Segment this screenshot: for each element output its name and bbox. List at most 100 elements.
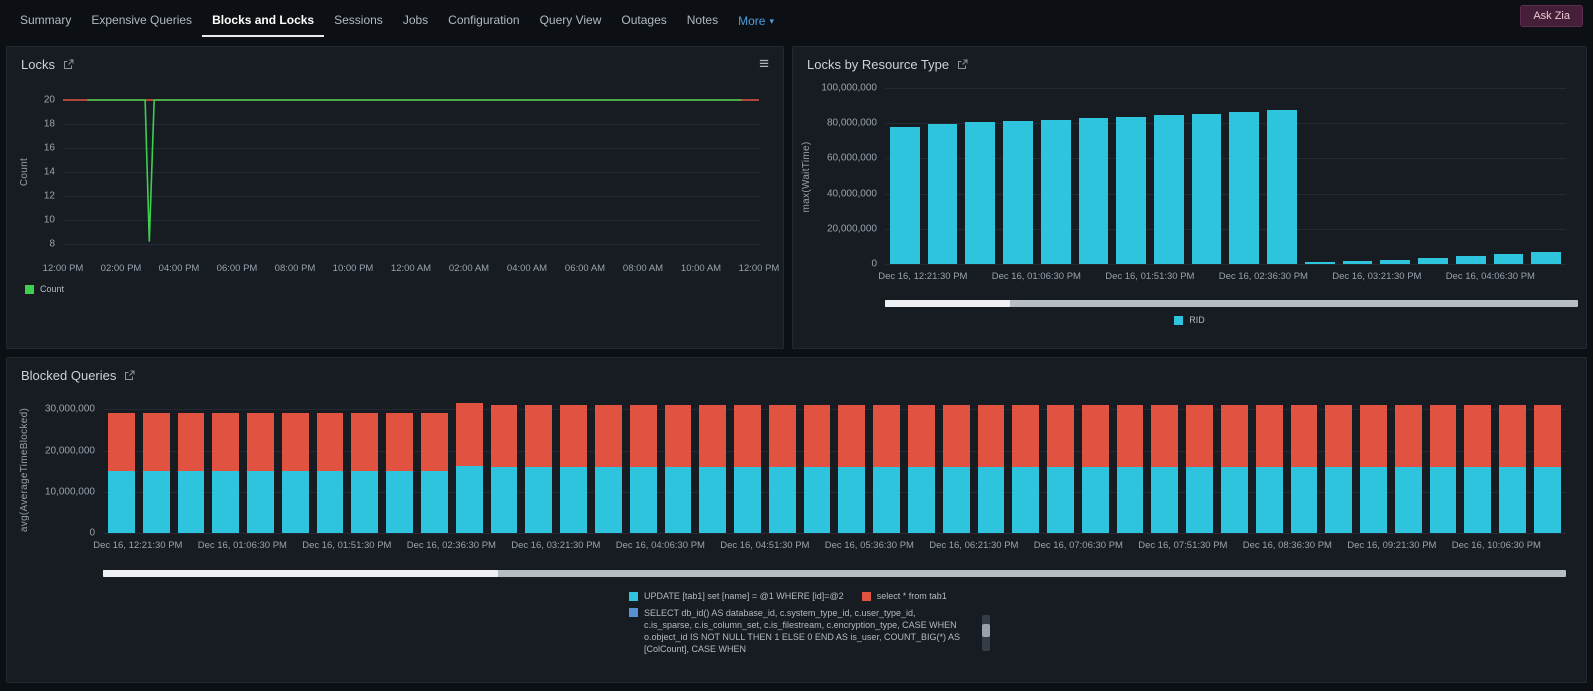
x-tick-label: Dec 16, 12:21:30 PM <box>878 271 967 282</box>
x-tick-label: 02:00 PM <box>101 263 142 274</box>
bar[interactable] <box>699 401 726 533</box>
bar[interactable] <box>421 401 448 533</box>
bar[interactable] <box>351 401 378 533</box>
bar-segment <box>1116 117 1146 264</box>
bar[interactable] <box>456 401 483 533</box>
bar[interactable] <box>943 401 970 533</box>
bar-segment <box>351 413 378 471</box>
scrollbar-thumb[interactable] <box>885 300 1010 307</box>
bar-segment <box>108 471 135 533</box>
bar-segment <box>804 467 831 533</box>
bar[interactable] <box>1012 401 1039 533</box>
legend-item[interactable]: SELECT db_id() AS database_id, c.system_… <box>629 607 964 656</box>
nav-more[interactable]: More ▾ <box>728 2 784 36</box>
bar-segment <box>1418 258 1448 264</box>
bar[interactable] <box>1267 88 1297 264</box>
bar[interactable] <box>560 401 587 533</box>
bar[interactable] <box>1256 401 1283 533</box>
bar[interactable] <box>1079 88 1109 264</box>
bar[interactable] <box>525 401 552 533</box>
bar[interactable] <box>630 401 657 533</box>
tab-blocks-and-locks[interactable]: Blocks and Locks <box>202 1 324 37</box>
bar[interactable] <box>1499 401 1526 533</box>
bar[interactable] <box>1291 401 1318 533</box>
bar[interactable] <box>838 401 865 533</box>
legend-row: RID <box>1174 315 1205 325</box>
bar-segment <box>769 467 796 533</box>
legend-item[interactable]: select * from tab1 <box>862 591 947 601</box>
expand-icon[interactable] <box>957 59 968 70</box>
tab-expensive-queries[interactable]: Expensive Queries <box>81 1 202 37</box>
bar[interactable] <box>1154 88 1184 264</box>
bar[interactable] <box>1229 88 1259 264</box>
bar[interactable] <box>769 401 796 533</box>
chart-horizontal-scrollbar[interactable] <box>885 300 1578 307</box>
bar[interactable] <box>108 401 135 533</box>
chart-horizontal-scrollbar[interactable] <box>103 570 1566 577</box>
bar[interactable] <box>1456 88 1486 264</box>
scrollbar-thumb[interactable] <box>103 570 498 577</box>
bar[interactable] <box>1305 88 1335 264</box>
legend-item[interactable]: UPDATE [tab1] set [name] = @1 WHERE [id]… <box>629 591 844 601</box>
y-tick-label: 20,000,000 <box>45 445 95 456</box>
tab-summary[interactable]: Summary <box>10 1 81 37</box>
bar[interactable] <box>1082 401 1109 533</box>
scrollbar-thumb[interactable] <box>982 624 990 637</box>
tab-jobs[interactable]: Jobs <box>393 1 438 37</box>
bar[interactable] <box>734 401 761 533</box>
bar[interactable] <box>282 401 309 533</box>
expand-icon[interactable] <box>124 370 135 381</box>
bar[interactable] <box>1343 88 1373 264</box>
bar[interactable] <box>317 401 344 533</box>
bar[interactable] <box>143 401 170 533</box>
expand-icon[interactable] <box>63 59 74 70</box>
y-tick-label: 40,000,000 <box>827 188 877 199</box>
bar[interactable] <box>928 88 958 264</box>
bar[interactable] <box>873 401 900 533</box>
bar[interactable] <box>965 88 995 264</box>
bar[interactable] <box>1494 88 1524 264</box>
legend-item[interactable]: RID <box>1174 315 1205 325</box>
tab-outages[interactable]: Outages <box>611 1 676 37</box>
bar[interactable] <box>247 401 274 533</box>
bar[interactable] <box>1192 88 1222 264</box>
bar[interactable] <box>1418 88 1448 264</box>
panel-menu-icon[interactable]: ≡ <box>759 55 769 72</box>
bar[interactable] <box>595 401 622 533</box>
bar[interactable] <box>1003 88 1033 264</box>
tab-configuration[interactable]: Configuration <box>438 1 529 37</box>
bar[interactable] <box>212 401 239 533</box>
bar[interactable] <box>1041 88 1071 264</box>
bar-segment <box>978 405 1005 467</box>
bar[interactable] <box>491 401 518 533</box>
bar[interactable] <box>804 401 831 533</box>
bar[interactable] <box>1047 401 1074 533</box>
bar[interactable] <box>1430 401 1457 533</box>
bar[interactable] <box>1464 401 1491 533</box>
bar-segment <box>421 413 448 471</box>
tab-notes[interactable]: Notes <box>677 1 728 37</box>
bar[interactable] <box>1116 88 1146 264</box>
bar[interactable] <box>908 401 935 533</box>
bar[interactable] <box>1325 401 1352 533</box>
legend-vertical-scrollbar[interactable] <box>982 615 990 651</box>
bar[interactable] <box>1117 401 1144 533</box>
bar-segment <box>1325 405 1352 467</box>
tab-sessions[interactable]: Sessions <box>324 1 393 37</box>
ask-zia-button[interactable]: Ask Zia <box>1520 5 1583 27</box>
bar[interactable] <box>1534 401 1561 533</box>
tab-query-view[interactable]: Query View <box>530 1 612 37</box>
bar[interactable] <box>978 401 1005 533</box>
bar[interactable] <box>1395 401 1422 533</box>
bar[interactable] <box>665 401 692 533</box>
legend-item[interactable]: Count <box>25 284 64 294</box>
bar[interactable] <box>890 88 920 264</box>
bar[interactable] <box>386 401 413 533</box>
bar[interactable] <box>1531 88 1561 264</box>
bar[interactable] <box>1221 401 1248 533</box>
bar[interactable] <box>1380 88 1410 264</box>
bar[interactable] <box>1151 401 1178 533</box>
bar[interactable] <box>1360 401 1387 533</box>
bar[interactable] <box>178 401 205 533</box>
bar[interactable] <box>1186 401 1213 533</box>
